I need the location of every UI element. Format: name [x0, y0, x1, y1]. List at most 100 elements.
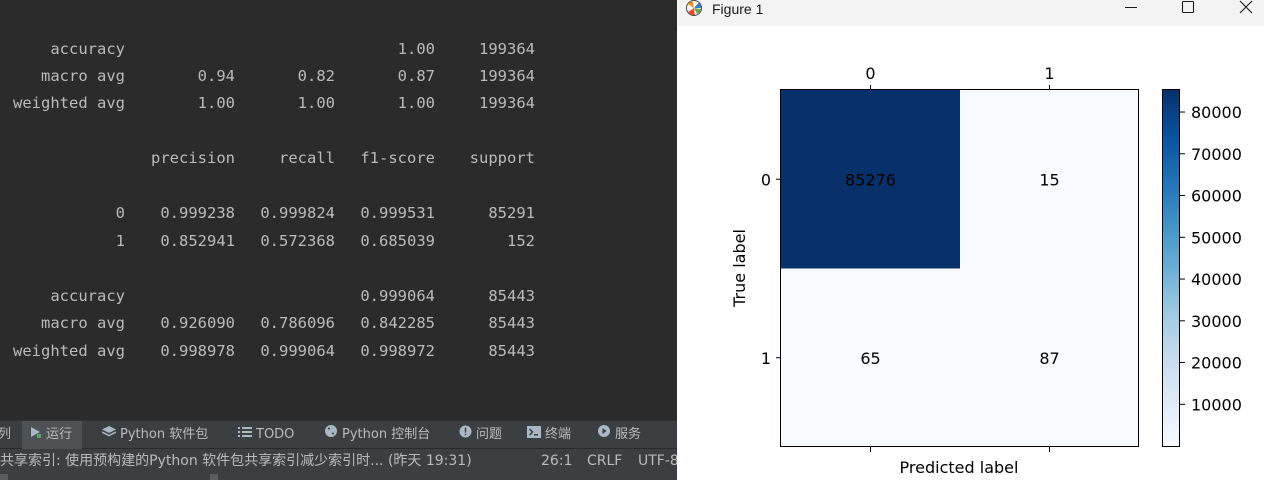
cell-value-label: 15 [1039, 170, 1059, 189]
row-label: accuracy [50, 287, 125, 305]
cursor-position[interactable]: 26:1 [541, 449, 572, 473]
row-value: 0.842285 [360, 314, 435, 332]
cell-value-label: 85276 [845, 170, 896, 189]
colorbar-tick-label: 30000 [1191, 312, 1242, 331]
y-tick-label: 1 [761, 349, 771, 368]
figure-window: Figure 1 85276 15 65 87 010 1 Predicted … [677, 0, 1264, 480]
x-tick-label: 0 [865, 64, 875, 83]
heatmap-cells: 85276 15 65 87 [781, 90, 1139, 447]
run-icon [28, 421, 42, 449]
row-value: 152 [507, 232, 535, 250]
row-label: macro avg [41, 314, 125, 332]
tab-label: 运行 [46, 427, 73, 442]
row-value: 0.94 [197, 67, 235, 85]
services-icon [597, 421, 611, 449]
row-value: 1.00 [197, 94, 235, 112]
row-label: 1 [115, 232, 125, 250]
row-label: weighted avg [13, 342, 125, 360]
colorbar-tick-label: 80000 [1191, 103, 1242, 122]
tab-label: 终端 [545, 427, 572, 442]
tool-window-bar: 列 运行 Python 软件包 TODO Python 控制台 问题 终端 服务 [0, 420, 677, 449]
info-icon [458, 421, 472, 449]
minimize-icon [1125, 7, 1137, 8]
minimize-button[interactable] [1108, 0, 1154, 20]
row-value: 0.572368 [260, 232, 335, 250]
line-ending[interactable]: CRLF [587, 449, 622, 473]
tab-label: 问题 [476, 427, 503, 442]
row-label: accuracy [50, 40, 125, 58]
row-label: macro avg [41, 67, 125, 85]
tab-label: Python 软件包 [120, 427, 209, 442]
colorbar [1162, 89, 1180, 447]
row-value: 0.786096 [260, 314, 335, 332]
row-value: 1.00 [297, 94, 335, 112]
maximize-button[interactable] [1165, 0, 1211, 20]
row-value: 0.998972 [360, 342, 435, 360]
report-row: accuracy 1.00 199364 [0, 40, 677, 60]
maximize-icon [1181, 0, 1195, 14]
row-value: 85443 [488, 342, 535, 360]
row-value: 0.999531 [360, 204, 435, 222]
row-value: recall [279, 149, 335, 167]
tab-label: 服务 [615, 427, 642, 442]
scrollbar-thumb-left[interactable] [0, 474, 8, 480]
row-value: 1.00 [397, 40, 435, 58]
row-value: 1.00 [397, 94, 435, 112]
row-value: 85443 [488, 314, 535, 332]
tab-python-console[interactable]: Python 控制台 [324, 421, 430, 449]
colorbar-tick-label: 50000 [1191, 228, 1242, 247]
figure-titlebar[interactable]: Figure 1 [677, 0, 1264, 26]
row-value: support [469, 149, 535, 167]
tab-terminal[interactable]: 终端 [527, 421, 571, 449]
tab-todo[interactable]: TODO [238, 421, 294, 449]
row-value: 0.87 [397, 67, 435, 85]
figure-title: Figure 1 [712, 1, 764, 17]
file-encoding[interactable]: UTF-8 [638, 449, 677, 473]
row-value: 0.82 [297, 67, 335, 85]
colorbar-tick-label: 70000 [1191, 145, 1242, 164]
row-value: 199364 [479, 67, 535, 85]
status-bar: 共享索引: 使用预构建的Python 软件包共享索引减少索引时... (昨天 1… [0, 449, 677, 473]
tab-python-packages[interactable]: Python 软件包 [101, 421, 209, 449]
tab-problems[interactable]: 问题 [458, 421, 502, 449]
cell-value-label: 87 [1039, 349, 1059, 368]
matplotlib-icon [686, 0, 702, 16]
colorbar-tick-label: 60000 [1191, 187, 1242, 206]
scrollbar-thumb[interactable] [210, 474, 218, 480]
horizontal-scrollbar[interactable] [0, 473, 677, 480]
row-value: 0.999238 [160, 204, 235, 222]
row-value: 85443 [488, 287, 535, 305]
run-console-output: accuracy 1.00 199364 macro avg 0.94 0.82 0.87 1… [0, 35, 677, 420]
close-icon [1239, 0, 1253, 14]
report-row: weighted avg 1.00 1.00 1.00 199364 [0, 94, 677, 114]
status-message[interactable]: 共享索引: 使用预构建的Python 软件包共享索引减少索引时... (昨天 1… [0, 449, 472, 473]
report-header: precision recall f1-score support [0, 149, 677, 169]
ide-window: accuracy 1.00 199364 macro avg 0.94 0.82 0.87 1… [0, 0, 677, 480]
tab-run[interactable]: 运行 [22, 421, 83, 449]
x-axis-label: Predicted label [900, 458, 1019, 477]
tab-label: Python 控制台 [342, 427, 431, 442]
tab-services[interactable]: 服务 [597, 421, 641, 449]
tab-truncated[interactable]: 列 [0, 421, 11, 449]
report-row: macro avg 0.94 0.82 0.87 199364 [0, 67, 677, 87]
row-label: weighted avg [13, 94, 125, 112]
report-row: 0 0.999238 0.999824 0.999531 85291 [0, 204, 677, 224]
close-button[interactable] [1222, 0, 1264, 20]
row-value: 85291 [488, 204, 535, 222]
row-value: f1-score [360, 149, 435, 167]
y-tick-label: 0 [761, 170, 771, 189]
row-value: 199364 [479, 40, 535, 58]
row-value: 0.999064 [360, 287, 435, 305]
colorbar-tick-label: 20000 [1191, 354, 1242, 373]
python-icon [324, 421, 338, 449]
row-label: 0 [115, 204, 125, 222]
report-row: weighted avg 0.998978 0.999064 0.998972 8544… [0, 342, 677, 362]
row-value: 0.999824 [260, 204, 335, 222]
row-value: 0.999064 [260, 342, 335, 360]
row-value: 0.852941 [160, 232, 235, 250]
row-value: 199364 [479, 94, 535, 112]
y-axis-label: True label [730, 229, 749, 308]
tab-label: 列 [0, 427, 12, 442]
confusion-matrix-chart: 85276 15 65 87 0 1 0 1 Predicted label True la… [730, 64, 1242, 477]
x-tick-label: 1 [1044, 64, 1054, 83]
